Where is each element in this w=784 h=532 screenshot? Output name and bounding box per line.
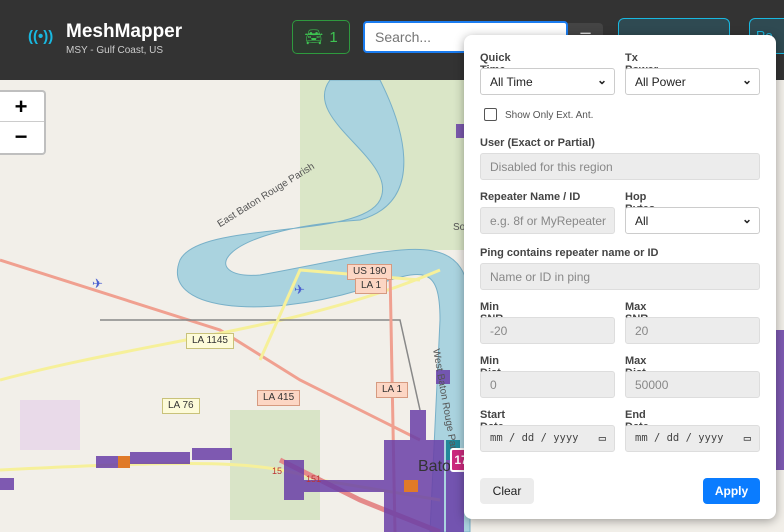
repeater-input[interactable]: e.g. 8f or MyRepeater [480,207,615,234]
tx-power-value: All Power [635,75,686,89]
broadcast-icon: ((•)) [28,28,54,45]
hop-bytes-value: All [635,214,649,228]
end-date-input[interactable]: mm / dd / yyyy ▭ [625,425,760,452]
chevron-down-icon: ⌄ [596,73,607,87]
max-snr-input[interactable]: 20 [625,317,760,344]
quick-time-select[interactable]: All Time ⌄ [480,68,615,95]
road-label: 151 [306,474,322,484]
tx-power-select[interactable]: All Power ⌄ [625,68,760,95]
ping-input[interactable]: Name or ID in ping [480,263,760,290]
min-dist-input[interactable]: 0 [480,371,615,398]
start-date-input[interactable]: mm / dd / yyyy ▭ [480,425,615,452]
min-snr-input[interactable]: -20 [480,317,615,344]
calendar-icon[interactable]: ▭ [599,431,606,445]
end-date-value: mm / dd / yyyy [635,432,724,444]
start-date-value: mm / dd / yyyy [490,432,579,444]
apply-button[interactable]: Apply [703,478,760,504]
user-input[interactable]: Disabled for this region [480,153,760,180]
road-label: 15 [272,466,283,476]
zoom-control: + − [0,90,46,155]
road-shield: LA 415 [257,390,301,406]
car-icon: 🚘︎ [304,29,324,46]
road-shield: LA 1145 [186,333,234,349]
zoom-in-button[interactable]: + [0,92,44,122]
chevron-down-icon: ⌄ [741,212,752,226]
chevron-down-icon: ⌄ [741,73,752,87]
road-shield: LA 1 [376,382,409,398]
city-label: Bato [418,458,451,475]
vehicle-count: 1 [329,28,338,46]
repeater-label: Repeater Name / ID [480,191,581,203]
road-shield: LA 1 [355,278,388,294]
ping-label: Ping contains repeater name or ID [480,247,659,259]
airport-icon: ✈ [294,282,305,297]
region-subtitle: MSY - Gulf Coast, US [66,45,164,56]
max-dist-input[interactable]: 50000 [625,371,760,398]
hop-bytes-select[interactable]: All ⌄ [625,207,760,234]
zoom-out-button[interactable]: − [0,122,44,152]
ext-ant-label: Show Only Ext. Ant. [505,110,594,121]
road-shield: LA 76 [162,398,200,414]
airport-icon: ✈ [92,276,103,291]
app-title: MeshMapper [66,21,183,42]
ext-ant-checkbox[interactable] [484,108,497,121]
quick-time-value: All Time [490,75,533,89]
clear-button[interactable]: Clear [480,478,534,504]
vehicle-count-button[interactable]: 🚘︎ 1 [292,20,350,54]
user-label: User (Exact or Partial) [480,137,595,149]
calendar-icon[interactable]: ▭ [744,431,751,445]
